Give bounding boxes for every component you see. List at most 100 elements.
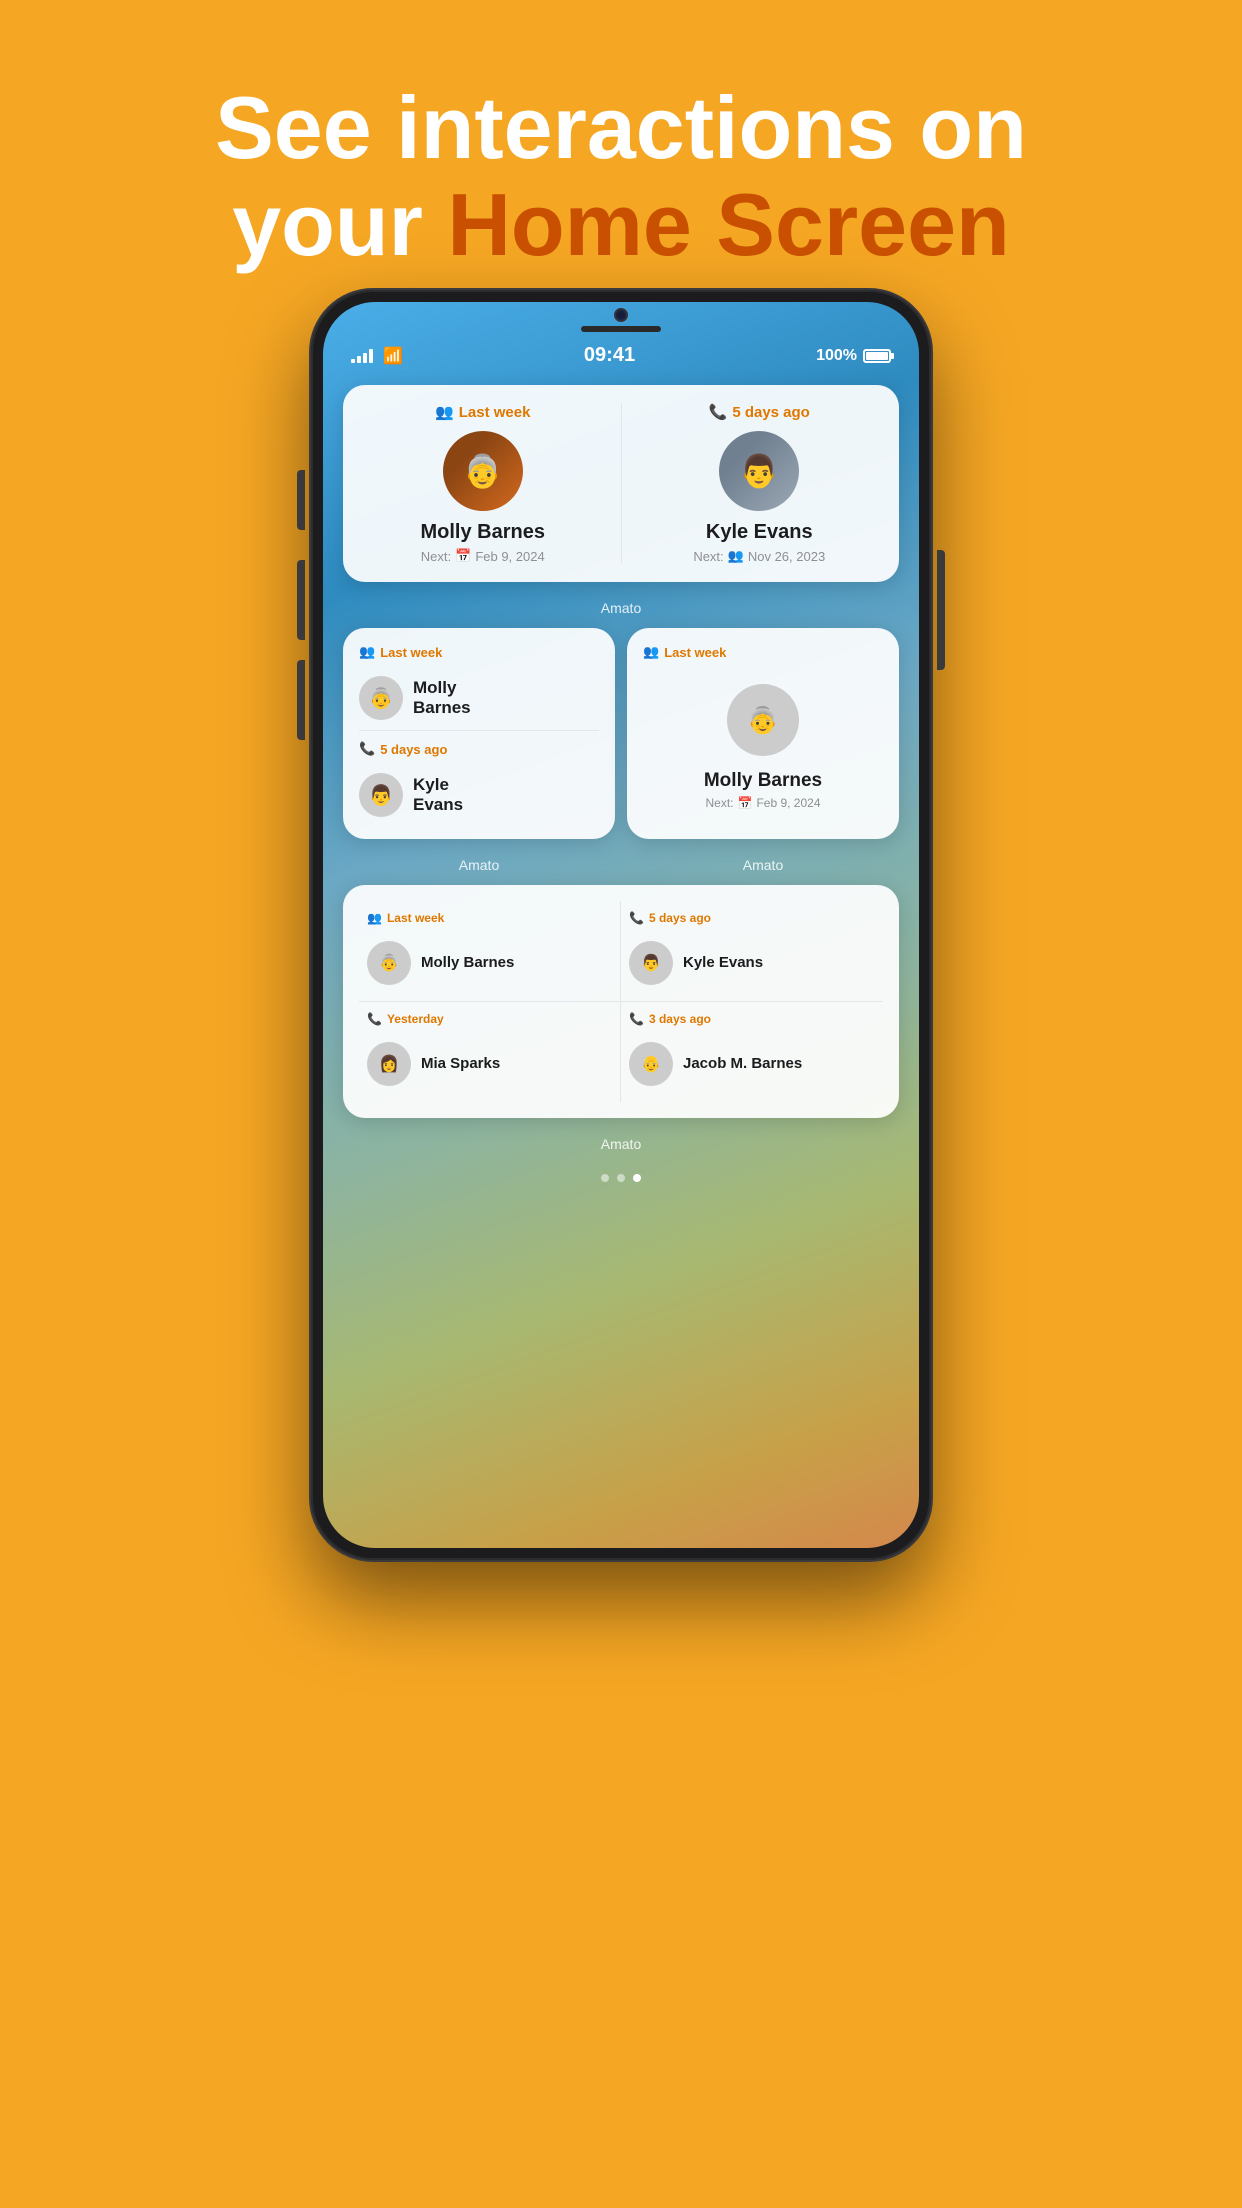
medium-molly-icon: 👥 [359,644,375,660]
medium-kyle-emoji: 👨 [369,783,394,808]
medium-kyle-avatar: 👨 [359,773,403,817]
widget-grid[interactable]: 👥 Last week 👵 Molly Barnes [343,885,899,1118]
widget-focus-label: Amato [627,857,899,873]
widget-large-contact-kyle[interactable]: 📞 5 days ago 👨 Kyle Evans Next: 👥 Nov 26… [638,403,882,564]
grid-jacob-time: 3 days ago [649,1012,711,1026]
medium-widget-labels: Amato Amato [343,851,899,873]
wifi-icon: 📶 [383,346,403,366]
medium-molly-row[interactable]: 👵 MollyBarnes [359,670,471,726]
grid-molly-row[interactable]: 👵 Molly Barnes [367,935,612,991]
bottom-spacer [323,1202,919,1242]
kyle-next-date: Nov 26, 2023 [748,549,825,564]
medium-molly-time: Last week [380,645,442,660]
medium-molly-emoji: 👵 [369,686,394,711]
medium-kyle-icon: 📞 [359,741,375,757]
medium-kyle-badge: 📞 5 days ago [359,741,447,757]
molly-badge-icon: 👥 [435,403,454,421]
grid-mia-name: Mia Sparks [421,1055,500,1073]
medium-kyle-name: KyleEvans [413,775,463,816]
dot-2 [617,1174,625,1182]
battery-icon [863,349,891,363]
widget-large-contact-molly[interactable]: 👥 Last week 👵 Molly Barnes Next: 📅 Feb 9… [361,403,605,564]
volume-down-button [297,660,305,740]
signal-bars [351,349,373,363]
widget-divider [621,403,622,564]
kyle-next-label: Next: [693,549,723,564]
focus-molly-emoji: 👵 [747,705,779,736]
grid-kyle-avatar: 👨 [629,941,673,985]
grid-mia-icon: 📞 [367,1012,382,1026]
grid-jacob-badge: 📞 3 days ago [629,1012,875,1026]
focus-molly-next: Next: 📅 Feb 9, 2024 [643,796,883,810]
phone-frame: 📶 09:41 100% [311,290,931,1560]
kyle-next-icon: 👥 [728,548,744,564]
header-line2: your Home Screen [0,177,1242,274]
grid-mia-badge: 📞 Yesterday [367,1012,612,1026]
grid-jacob-avatar: 👴 [629,1042,673,1086]
focus-avatar-wrapper: 👵 [643,676,883,764]
header-section: See interactions on your Home Screen [0,0,1242,314]
battery-fill [866,352,888,360]
molly-next-date: Feb 9, 2024 [475,549,544,564]
grid-cell-molly[interactable]: 👥 Last week 👵 Molly Barnes [359,901,621,1002]
grid-mia-avatar: 👩 [367,1042,411,1086]
kyle-name: Kyle Evans [706,521,813,544]
grid-kyle-time: 5 days ago [649,911,711,925]
medium-kyle-row[interactable]: 👨 KyleEvans [359,767,463,823]
dot-1 [601,1174,609,1182]
speaker-grille [581,326,661,332]
widget-large-inner: 👥 Last week 👵 Molly Barnes Next: 📅 Feb 9… [361,403,881,564]
grid-kyle-name: Kyle Evans [683,954,763,972]
widget-row-medium: 👥 Last week 👵 MollyBarnes 📞 5 [343,628,899,839]
kyle-avatar-emoji: 👨 [739,452,779,490]
widget-medium-list-label: Amato [343,857,615,873]
molly-avatar-emoji: 👵 [463,452,503,490]
medium-molly-name: MollyBarnes [413,678,471,719]
grid-cell-jacob[interactable]: 📞 3 days ago 👴 Jacob M. Barnes [621,1002,883,1102]
header-your: your [232,175,447,274]
molly-next: Next: 📅 Feb 9, 2024 [421,548,545,564]
power-button [937,550,945,670]
kyle-time-badge: 📞 5 days ago [709,403,810,421]
grid-molly-badge: 👥 Last week [367,911,612,925]
grid-kyle-badge: 📞 5 days ago [629,911,875,925]
widget-medium-list[interactable]: 👥 Last week 👵 MollyBarnes 📞 5 [343,628,615,839]
grid-kyle-icon: 📞 [629,911,644,925]
medium-molly-avatar: 👵 [359,676,403,720]
kyle-badge-icon: 📞 [709,403,728,421]
molly-time-text: Last week [459,404,531,421]
grid-jacob-row[interactable]: 👴 Jacob M. Barnes [629,1036,875,1092]
grid-kyle-row[interactable]: 👨 Kyle Evans [629,935,875,991]
medium-molly-badge: 👥 Last week [359,644,442,660]
grid-cell-kyle[interactable]: 📞 5 days ago 👨 Kyle Evans [621,901,883,1002]
molly-time-badge: 👥 Last week [435,403,530,421]
grid-molly-name: Molly Barnes [421,954,514,972]
status-right: 100% [816,347,891,365]
focus-molly-badge: 👥 Last week [643,644,726,660]
widgets-area: 👥 Last week 👵 Molly Barnes Next: 📅 Feb 9… [323,375,919,1202]
widget-large[interactable]: 👥 Last week 👵 Molly Barnes Next: 📅 Feb 9… [343,385,899,582]
widget-focus-molly[interactable]: 👥 Last week 👵 Molly Barnes Next: 📅 [627,628,899,839]
molly-next-label: Next: [421,549,451,564]
focus-molly-name: Molly Barnes [643,770,883,792]
phone-mockup: 📶 09:41 100% [311,290,931,1560]
kyle-time-text: 5 days ago [732,404,810,421]
focus-next-label: Next: [705,796,733,810]
phone-screen: 📶 09:41 100% [323,302,919,1548]
header-line1: See interactions on [0,80,1242,177]
grid-cell-mia[interactable]: 📞 Yesterday 👩 Mia Sparks [359,1002,621,1102]
status-left: 📶 [351,346,403,366]
status-time: 09:41 [584,344,635,367]
focus-molly-time: Last week [664,645,726,660]
focus-molly-icon: 👥 [643,644,659,660]
signal-bar-1 [351,359,355,363]
molly-avatar: 👵 [443,431,523,511]
header-highlight: Home Screen [447,175,1009,274]
grid-molly-time: Last week [387,911,444,925]
grid-jacob-icon: 📞 [629,1012,644,1026]
grid-mia-row[interactable]: 👩 Mia Sparks [367,1036,612,1092]
signal-bar-4 [369,349,373,363]
focus-molly-avatar: 👵 [727,684,799,756]
grid-molly-icon: 👥 [367,911,382,925]
focus-calendar-icon: 📅 [738,796,753,810]
